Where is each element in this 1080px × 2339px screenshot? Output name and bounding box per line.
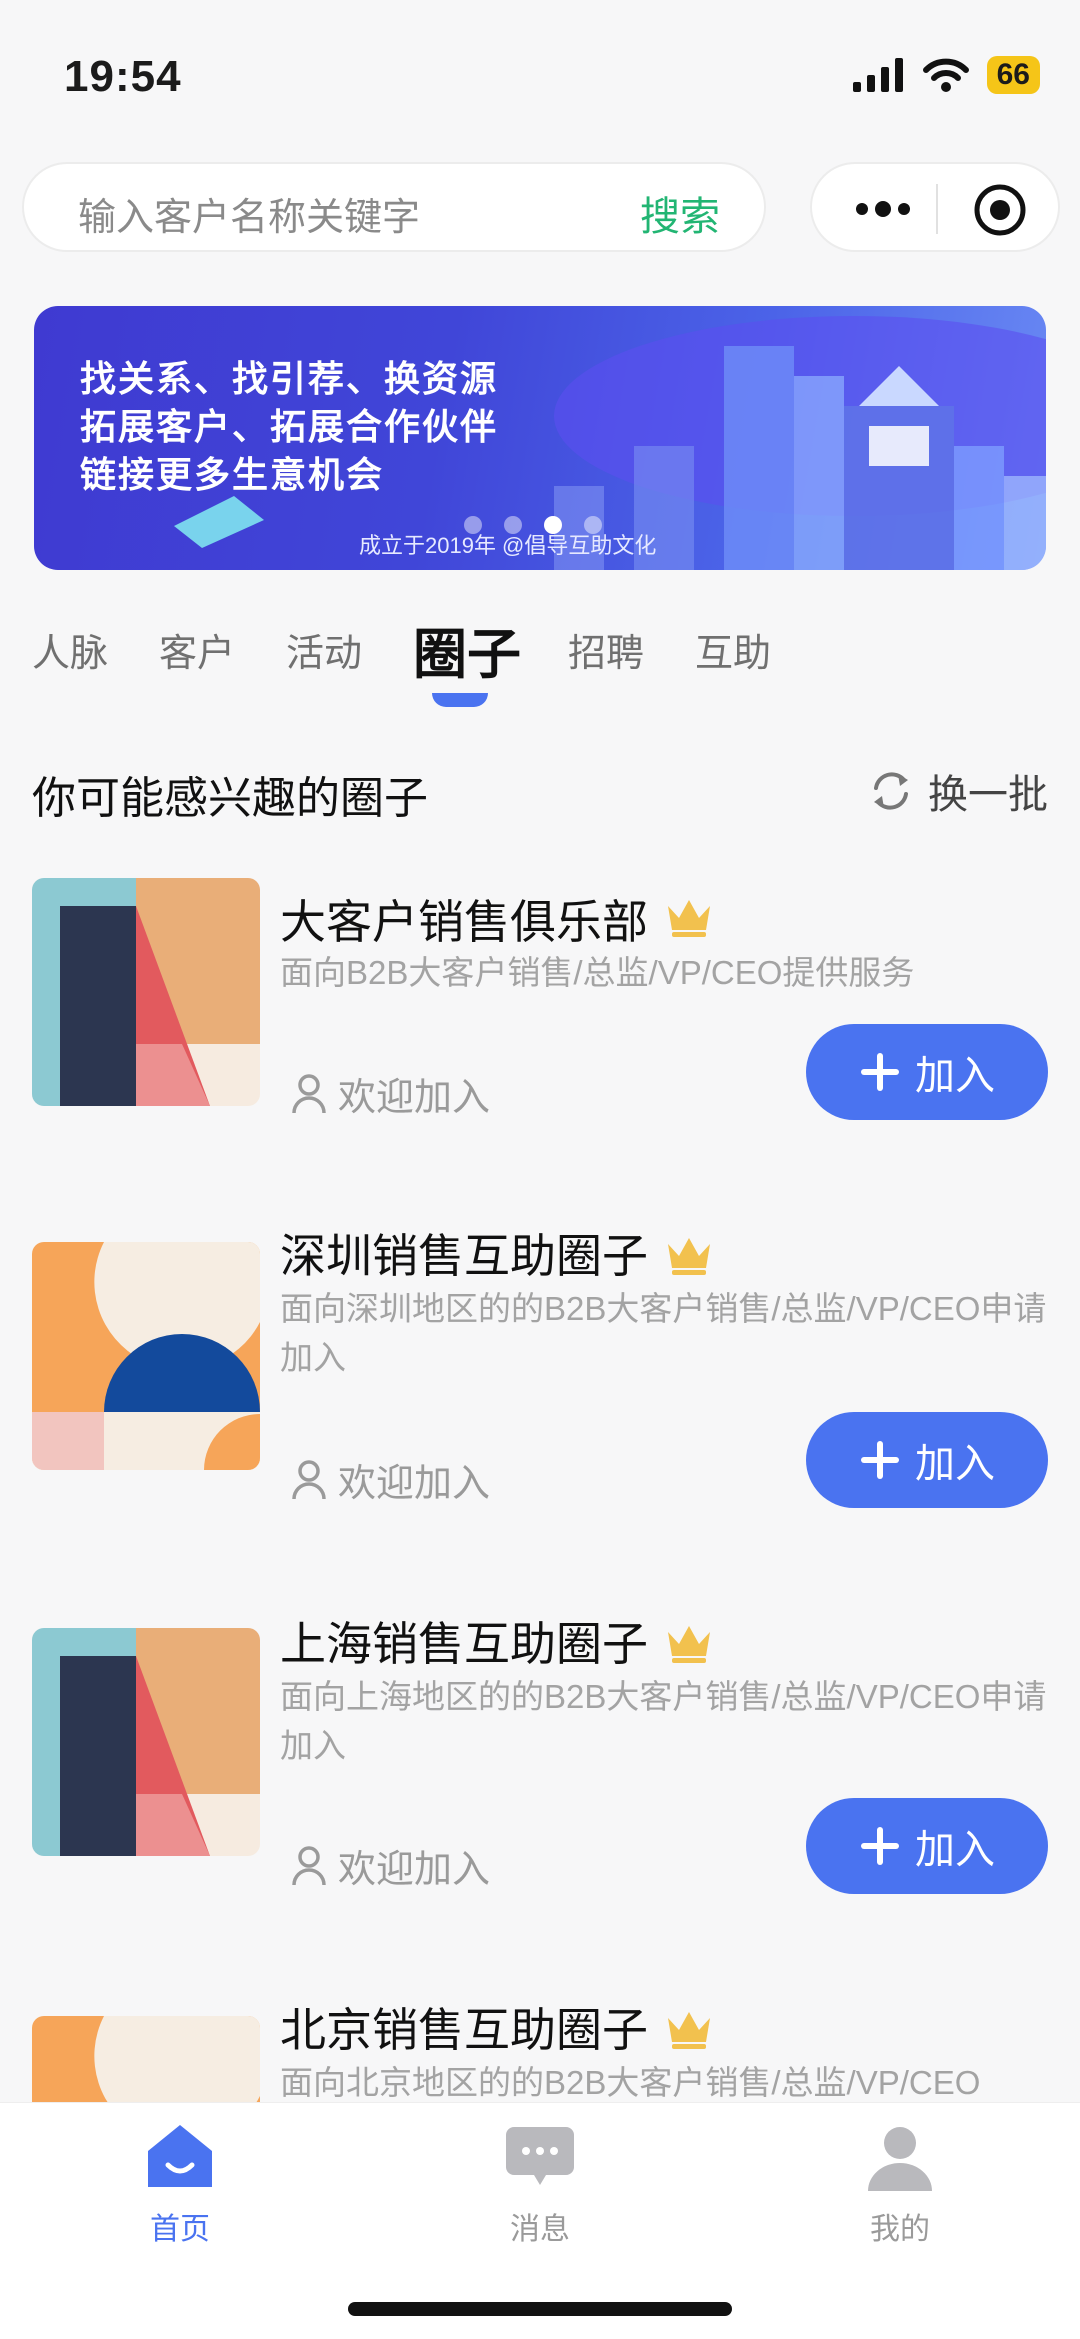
plus-icon [861, 1441, 899, 1479]
welcome-status: 欢迎加入 [290, 1452, 490, 1507]
welcome-label: 欢迎加入 [338, 1849, 491, 1891]
user-outline-icon [292, 1459, 326, 1499]
wifi-icon [922, 58, 969, 92]
welcome-label: 欢迎加入 [338, 1463, 491, 1505]
status-time: 19:54 [64, 52, 182, 101]
nav-home-label: 首页 [150, 2213, 210, 2246]
tab-events[interactable]: 活动 [286, 622, 362, 677]
join-label: 加入 [915, 1442, 995, 1486]
tab-jobs[interactable]: 招聘 [568, 622, 644, 677]
circle-description: 面向B2B大客户销售/总监/VP/CEO提供服务 [280, 954, 915, 991]
circle-description: 面向北京地区的的B2B大客户销售/总监/VP/CEO [280, 2064, 981, 2101]
banner-caption: 成立于2019年 @倡导互助文化 [359, 533, 657, 558]
status-bar: 19:54 66 [0, 0, 1080, 150]
join-button[interactable]: 加入 [806, 1024, 1048, 1120]
more-icon[interactable] [848, 186, 918, 232]
join-label: 加入 [915, 1828, 995, 1872]
signal-icon [852, 58, 903, 92]
circle-description: 面向上海地区的的B2B大客户销售/总监/VP/CEO申请加入 [280, 1678, 1047, 1764]
refresh-label: 换一批 [928, 773, 1048, 817]
home-indicator [348, 2302, 732, 2316]
circle-title: 北京销售互助圈子 [280, 2004, 648, 2056]
circle-title: 大客户销售俱乐部 [280, 896, 648, 948]
search-button[interactable]: 搜索 [640, 184, 720, 242]
tab-connections[interactable]: 人脉 [32, 622, 108, 677]
search-placeholder: 输入客户名称关键字 [78, 197, 421, 239]
promo-banner[interactable]: 找关系、找引荐、换资源 拓展客户、拓展合作伙伴 链接更多生意机会 成立于2019… [34, 306, 1046, 570]
welcome-label: 欢迎加入 [338, 1077, 491, 1119]
crown-icon [668, 2012, 710, 2049]
user-outline-icon [292, 1073, 326, 1113]
tab-circles[interactable]: 圈子 [413, 610, 521, 689]
banner-line-2: 拓展客户、拓展合作伙伴 [80, 406, 499, 448]
user-icon [868, 2127, 932, 2191]
section-title: 你可能感兴趣的圈子 [32, 774, 428, 823]
user-outline-icon [292, 1845, 326, 1885]
welcome-status: 欢迎加入 [290, 1066, 490, 1121]
nav-profile-label: 我的 [870, 2213, 930, 2246]
circle-description: 面向深圳地区的的B2B大客户销售/总监/VP/CEO申请加入 [280, 1290, 1047, 1376]
circle-thumbnail [32, 1242, 260, 1470]
mini-program-capsule [810, 162, 1060, 252]
home-icon [148, 2125, 212, 2187]
circle-thumbnail [32, 878, 260, 1106]
chat-icon [506, 2127, 574, 2185]
join-button[interactable]: 加入 [806, 1798, 1048, 1894]
refresh-icon [874, 772, 908, 810]
nav-profile[interactable]: 我的 [840, 2121, 960, 2248]
plus-icon [861, 1827, 899, 1865]
join-button[interactable]: 加入 [806, 1412, 1048, 1508]
plus-icon [861, 1053, 899, 1091]
refresh-button[interactable]: 换一批 [868, 762, 1048, 820]
join-label: 加入 [915, 1054, 995, 1098]
crown-icon [668, 1238, 710, 1275]
crown-icon [668, 900, 710, 937]
nav-messages-label: 消息 [510, 2213, 570, 2246]
circle-title: 上海销售互助圈子 [280, 1618, 648, 1670]
nav-home[interactable]: 首页 [120, 2121, 240, 2248]
crown-icon [668, 1626, 710, 1663]
close-miniprogram-icon[interactable] [972, 182, 1028, 238]
tab-mutual-help[interactable]: 互助 [695, 622, 771, 677]
banner-line-3: 链接更多生意机会 [80, 454, 385, 496]
status-icons: 66 [852, 56, 1040, 94]
nav-messages[interactable]: 消息 [480, 2121, 600, 2248]
circle-title: 深圳销售互助圈子 [280, 1230, 648, 1282]
welcome-status: 欢迎加入 [290, 1838, 490, 1893]
circle-thumbnail [32, 1628, 260, 1856]
banner-line-1: 找关系、找引荐、换资源 [80, 358, 499, 400]
capsule-divider [936, 184, 938, 234]
battery-indicator: 66 [986, 56, 1040, 94]
tab-customers[interactable]: 客户 [159, 622, 235, 677]
search-input[interactable]: 输入客户名称关键字 搜索 [22, 162, 766, 252]
active-tab-indicator [432, 693, 488, 707]
